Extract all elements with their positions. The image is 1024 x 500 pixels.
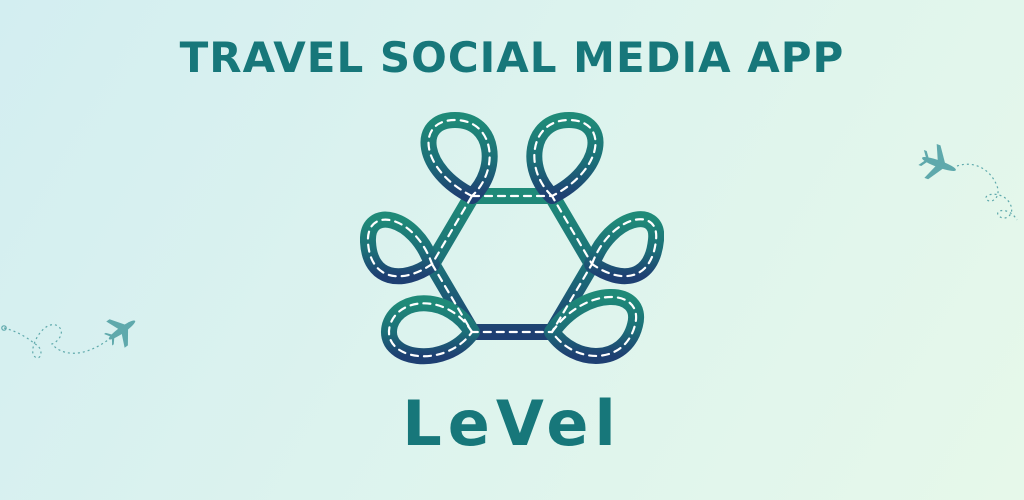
- airplane-icon: [1, 319, 136, 359]
- headline: TRAVEL SOCIAL MEDIA APP: [179, 33, 845, 82]
- brand-name: LeVel: [402, 387, 622, 460]
- airplane-icon: [918, 144, 1018, 221]
- road-knot-logo: [360, 112, 664, 365]
